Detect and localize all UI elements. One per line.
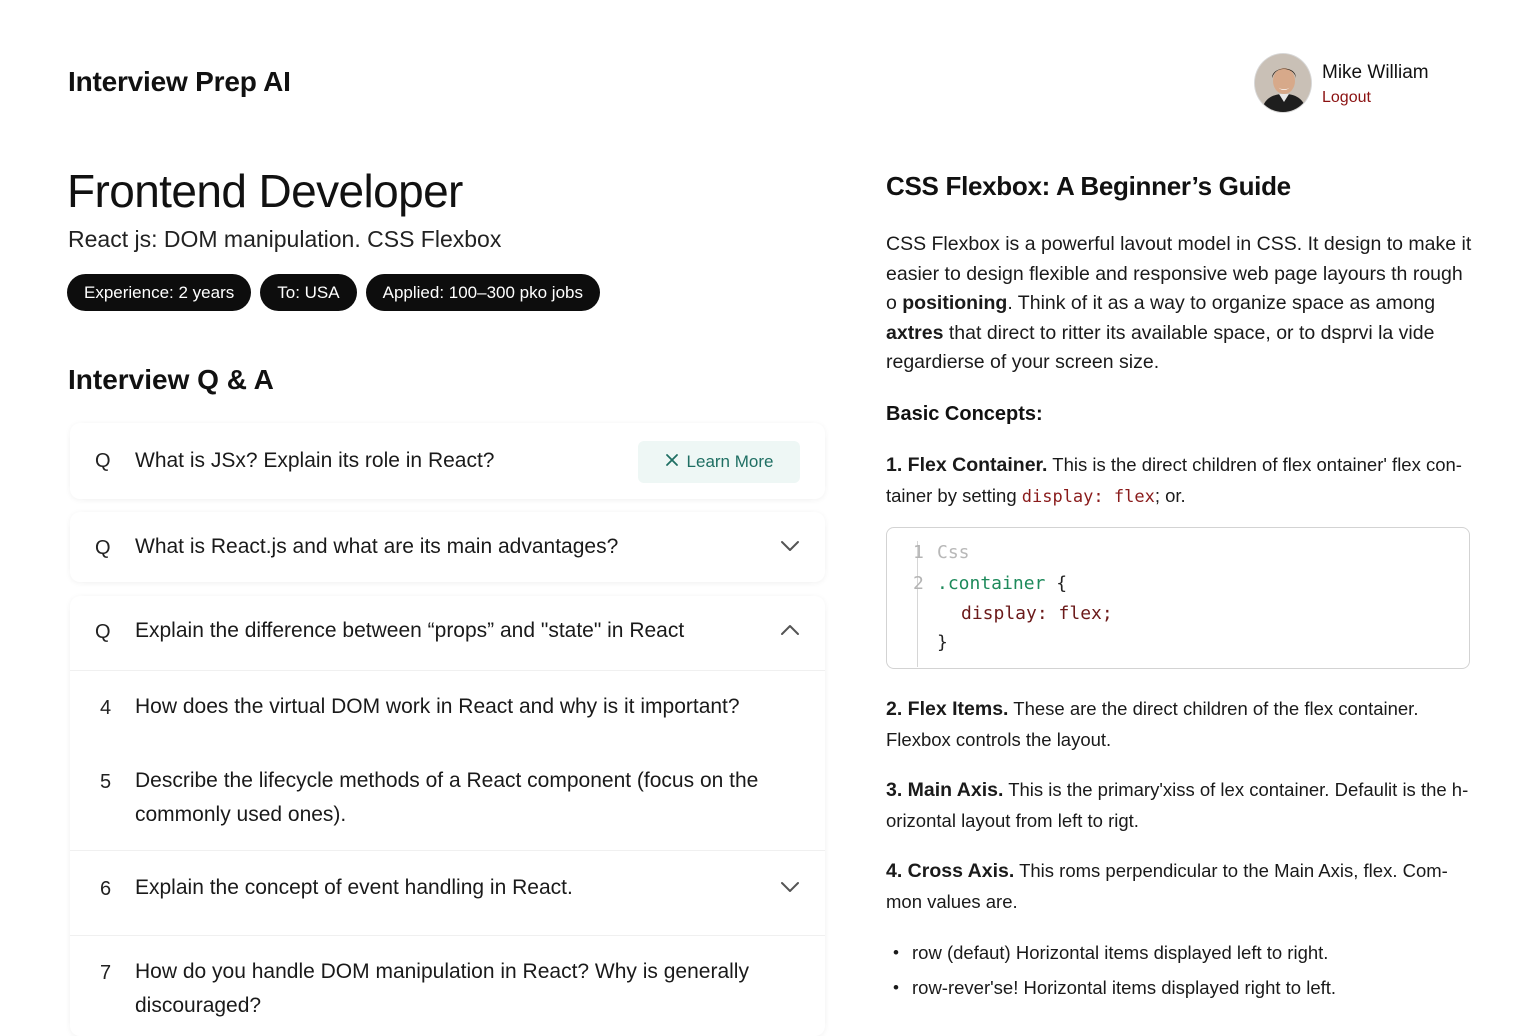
chevron-up-icon[interactable] <box>779 623 801 637</box>
line-number: 1 <box>913 542 924 563</box>
divider <box>70 670 825 671</box>
qa-item[interactable]: 6 Explain the concept of event handling … <box>70 852 825 924</box>
code-token: Css <box>937 542 970 563</box>
logout-link[interactable]: Logout <box>1322 89 1371 107</box>
question-text[interactable]: Describe the lifecycle methods of a Reac… <box>135 764 815 832</box>
learn-more-label: Learn More <box>686 452 774 471</box>
applied-tag: Applied: 100–300 pko jobs <box>365 274 600 311</box>
code-line: 1 Css <box>913 542 970 563</box>
concept-title: 2. Flex Items. <box>886 698 1009 720</box>
code-token: .container <box>937 573 1046 594</box>
close-icon <box>665 452 679 472</box>
question-number: 7 <box>100 962 112 984</box>
concept-flex-items: 2. Flex Items. These are the direct chil… <box>886 694 1476 754</box>
question-text: Explain the concept of event handling in… <box>135 876 573 899</box>
chevron-down-icon[interactable] <box>779 880 801 894</box>
concept-main-axis: 3. Main Axis. This is the primary'xiss o… <box>886 775 1476 835</box>
code-line: 2 .container { <box>913 573 1067 594</box>
concept-flex-container: 1. Flex Container. This is the direct ch… <box>886 450 1476 512</box>
guide-title: CSS Flexbox: A Beginner’s Guide <box>886 171 1291 201</box>
code-line: display: flex; <box>961 603 1113 624</box>
code-token: display: <box>961 603 1048 624</box>
qa-item[interactable]: 7 How do you handle DOM manipulation in … <box>70 938 825 1028</box>
intro-text: that direct to ritter its available spac… <box>886 321 1435 374</box>
question-text[interactable]: How does the virtual DOM work in React a… <box>135 690 795 724</box>
concept-cross-axis: 4. Cross Axis. This roms perpendicular t… <box>886 856 1476 916</box>
user-menu: Mike William Logout <box>1254 53 1494 115</box>
app-title: Interview Prep AI <box>68 66 291 97</box>
question-marker: Q <box>95 450 111 472</box>
code-token: } <box>937 632 948 653</box>
list-item: row (defaut) Horizontal items displayed … <box>893 935 1483 970</box>
role-topics: React js: DOM manipulation. CSS Flexbox <box>68 226 502 252</box>
divider <box>70 935 825 936</box>
chevron-down-icon[interactable] <box>779 539 801 553</box>
question-text[interactable]: Explain the difference between “props” a… <box>135 614 795 648</box>
divider <box>70 850 825 851</box>
code-token: { <box>1045 573 1068 594</box>
concept-text: ; or. <box>1154 484 1186 506</box>
guide-intro: CSS Flexbox is a powerful lavout model i… <box>886 230 1476 378</box>
value-list: row (defaut) Horizontal items displayed … <box>893 935 1483 1005</box>
qa-item[interactable]: Q What is JSx? Explain its role in React… <box>70 423 825 499</box>
intro-bold: positioning <box>902 292 1008 314</box>
concept-title: 4. Cross Axis. <box>886 860 1015 882</box>
code-token: flex; <box>1047 603 1113 624</box>
qa-heading: Interview Q & A <box>68 364 274 395</box>
question-text: How do you handle DOM manipulation in Re… <box>135 960 749 1017</box>
basic-concepts-heading: Basic Concepts: <box>886 403 1043 425</box>
location-tag: To: USA <box>260 274 357 311</box>
avatar[interactable] <box>1254 53 1312 113</box>
role-title: Frontend Developer <box>67 165 463 217</box>
inline-code: display: flex <box>1021 486 1155 507</box>
concept-title: 1. Flex Container. <box>886 454 1048 476</box>
code-line: } <box>937 632 948 653</box>
question-text: What is React.js and what are its main a… <box>135 535 619 558</box>
intro-bold: axtres <box>886 321 944 344</box>
list-item: row-rever'se! Horizontal items displayed… <box>893 970 1483 1005</box>
avatar-photo <box>1255 54 1311 112</box>
concept-title: 3. Main Axis. <box>886 779 1004 801</box>
code-block: 1 Css 2 .container { display: flex; } <box>886 527 1470 669</box>
question-number: 6 <box>100 878 112 900</box>
session-tags: Experience: 2 years To: USA Applied: 100… <box>67 274 600 311</box>
learn-more-button[interactable]: Learn More <box>638 441 800 483</box>
qa-item[interactable]: Q What is React.js and what are its main… <box>70 512 825 582</box>
user-name: Mike William <box>1322 62 1429 83</box>
experience-tag: Experience: 2 years <box>67 274 252 311</box>
intro-text: . Think of it as a way to organize space… <box>1007 292 1436 314</box>
question-number: 5 <box>100 771 112 793</box>
question-marker: Q <box>95 537 111 559</box>
question-marker: Q <box>95 621 111 643</box>
line-number: 2 <box>913 573 924 594</box>
question-number: 4 <box>100 697 112 719</box>
